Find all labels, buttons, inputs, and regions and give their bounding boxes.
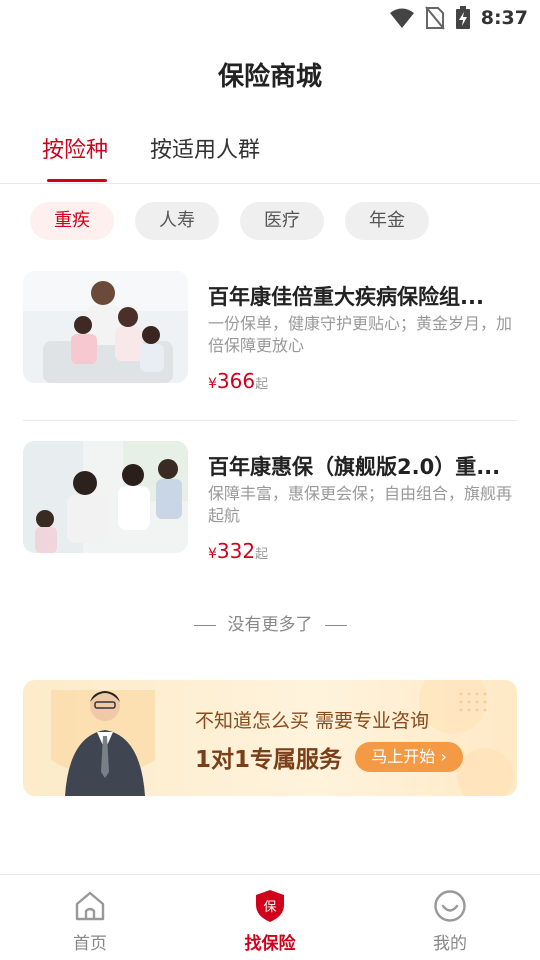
product-card[interactable]: 百年康惠保（旗舰版2.0）重... 保障丰富，惠保更会保；自由组合，旗舰再起航 … xyxy=(23,441,517,591)
nav-label-mine: 我的 xyxy=(433,934,467,954)
nav-item-home[interactable]: 首页 xyxy=(30,875,150,960)
banner-headline: 不知道怎么买 需要专业咨询 xyxy=(195,710,430,732)
price-currency: ¥ xyxy=(208,546,217,562)
banner-subheadline: 1对1专属服务 xyxy=(195,747,343,773)
dash-right xyxy=(324,624,347,626)
home-icon xyxy=(75,891,105,921)
list-end-indicator: 没有更多了 xyxy=(0,610,540,635)
nav-item-mine[interactable]: 我的 xyxy=(390,875,510,960)
page-title: 保险商城 xyxy=(217,62,322,92)
product-description: 保障丰富，惠保更会保；自由组合，旗舰再起航 xyxy=(208,484,513,525)
banner-decoration xyxy=(51,680,513,796)
bottom-nav: 首页 保 找保险 我的 xyxy=(0,874,540,960)
list-end-text: 没有更多了 xyxy=(227,615,313,635)
status-icons: 8:37 xyxy=(389,6,528,30)
product-image-family xyxy=(23,271,188,383)
tab-by-type[interactable]: 按险种 xyxy=(42,132,108,164)
price-currency: ¥ xyxy=(208,376,217,392)
chip-critical-illness[interactable]: 重疾 xyxy=(30,202,114,240)
smile-icon xyxy=(434,890,466,922)
product-price: ¥332起 xyxy=(208,539,268,563)
product-price: ¥366起 xyxy=(208,369,268,393)
chip-medical[interactable]: 医疗 xyxy=(240,202,324,240)
price-suffix: 起 xyxy=(255,547,269,562)
dash-left xyxy=(193,624,216,626)
status-time: 8:37 xyxy=(480,7,528,29)
product-description: 一份保单，健康守护更贴心；黄金岁月，加倍保障更放心 xyxy=(208,314,513,355)
tab-active-indicator xyxy=(47,179,107,182)
no-sim-icon xyxy=(424,6,445,30)
tab-by-group[interactable]: 按适用人群 xyxy=(150,132,260,164)
product-title: 百年康惠保（旗舰版2.0）重... xyxy=(208,455,501,479)
shield-badge-text: 保 xyxy=(263,900,276,915)
tab-bar: 按险种 按适用人群 xyxy=(0,132,540,184)
chip-annuity[interactable]: 年金 xyxy=(345,202,429,240)
battery-charging-icon xyxy=(455,6,470,29)
price-suffix: 起 xyxy=(255,377,269,392)
nav-item-find-insurance[interactable]: 保 找保险 xyxy=(210,875,330,960)
consult-banner[interactable]: 不知道怎么买 需要专业咨询 1对1专属服务 马上开始 › xyxy=(23,680,517,796)
shield-icon: 保 xyxy=(256,890,284,922)
product-image-family xyxy=(23,441,188,553)
wifi-icon xyxy=(389,8,414,28)
status-bar: 8:37 xyxy=(0,0,540,36)
product-title: 百年康佳倍重大疾病保险组... xyxy=(208,285,484,309)
price-value: 366 xyxy=(216,369,256,393)
nav-label-home: 首页 xyxy=(73,934,107,954)
price-value: 332 xyxy=(216,539,256,563)
start-now-button[interactable]: 马上开始 › xyxy=(355,742,463,772)
chip-life[interactable]: 人寿 xyxy=(135,202,219,240)
card-divider xyxy=(23,420,517,421)
nav-label-find-insurance: 找保险 xyxy=(244,934,296,954)
product-card[interactable]: 百年康佳倍重大疾病保险组... 一份保单，健康守护更贴心；黄金岁月，加倍保障更放… xyxy=(23,271,517,421)
